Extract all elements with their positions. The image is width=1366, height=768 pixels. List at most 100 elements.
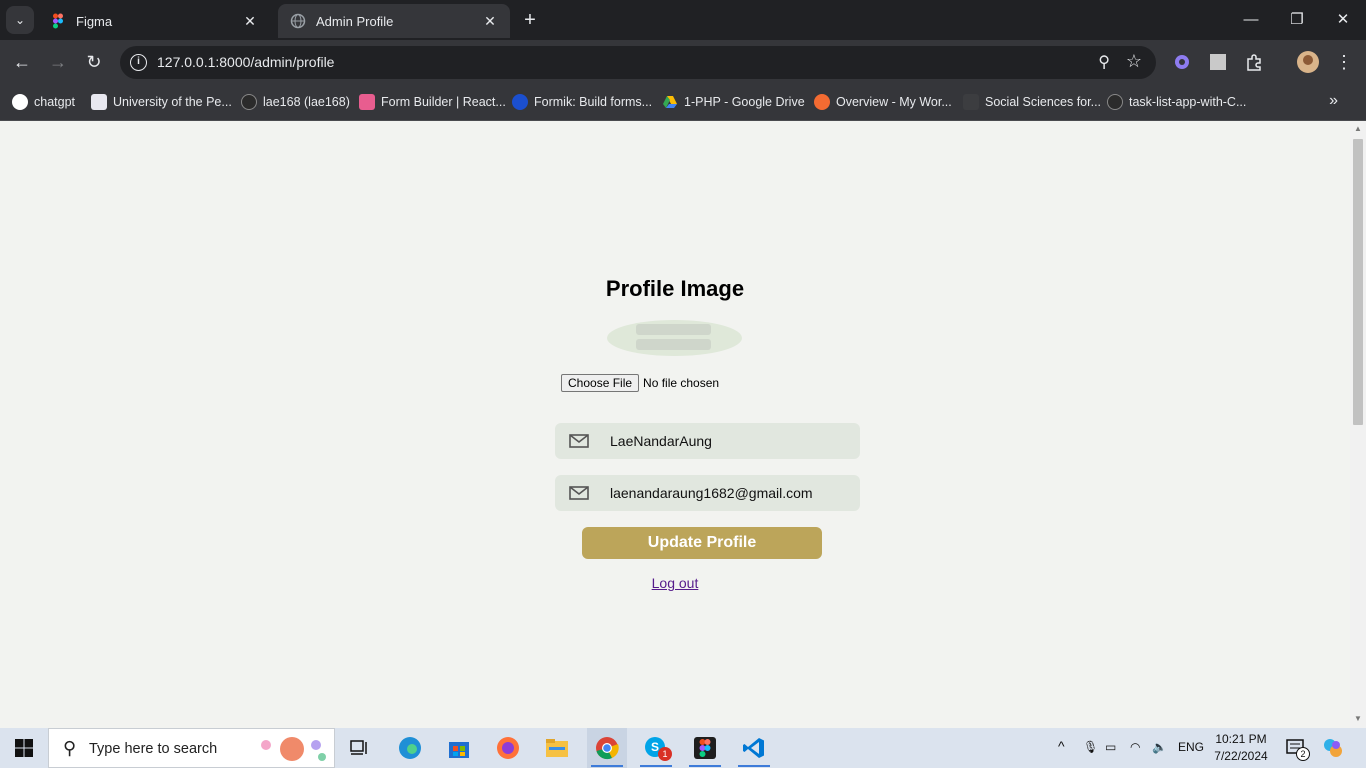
update-profile-button[interactable]: Update Profile: [582, 527, 822, 559]
name-field[interactable]: LaeNandarAung: [555, 423, 860, 459]
extensions-puzzle-icon[interactable]: [1244, 52, 1264, 72]
bookmark-item[interactable]: Form Builder | React...: [359, 92, 506, 112]
microsoft-store-icon[interactable]: [439, 728, 479, 768]
figma-icon: [53, 13, 63, 29]
vscode-icon[interactable]: [734, 728, 774, 768]
active-app-indicator: [591, 765, 623, 767]
close-window-button[interactable]: ✕: [1331, 8, 1355, 32]
google-drive-icon: [663, 96, 677, 108]
extension-square-icon[interactable]: [1208, 52, 1228, 72]
bookmark-item[interactable]: Social Sciences for...: [963, 92, 1101, 112]
file-explorer-icon[interactable]: [537, 728, 577, 768]
overview-icon: [814, 94, 830, 110]
scroll-up-arrow-icon[interactable]: ▲: [1353, 124, 1363, 133]
notification-center-icon[interactable]: 2: [1276, 728, 1316, 768]
form-builder-icon: [359, 94, 375, 110]
github-icon: [241, 94, 257, 110]
bookmark-item[interactable]: Formik: Build forms...: [512, 92, 652, 112]
windows-start-icon[interactable]: [15, 739, 33, 757]
page-title: Profile Image: [605, 276, 745, 301]
language-indicator[interactable]: ENG: [1178, 740, 1204, 754]
bookmark-label: Form Builder | React...: [381, 95, 506, 109]
bookmark-item[interactable]: chatgpt: [12, 92, 75, 112]
task-view-icon[interactable]: [340, 728, 380, 768]
scroll-down-arrow-icon[interactable]: ▼: [1353, 714, 1363, 723]
forward-button[interactable]: →: [46, 50, 70, 74]
extension-gear-icon[interactable]: [1172, 52, 1192, 72]
taskbar-search-box[interactable]: ⚲ Type here to search: [48, 728, 335, 768]
search-highlight-art-icon: [261, 737, 326, 761]
tab-title: Admin Profile: [316, 13, 394, 29]
bookmark-label: 1-PHP - Google Drive: [684, 95, 805, 109]
bookmarks-bar: chatgpt University of the Pe... lae168 (…: [0, 84, 1366, 121]
reload-button[interactable]: ↻: [82, 50, 106, 74]
tab-search-button[interactable]: ⌄: [6, 6, 34, 34]
address-bar[interactable]: i 127.0.0.1:8000/admin/profile ⚲ ☆: [120, 46, 1156, 79]
edge-icon[interactable]: [390, 728, 430, 768]
close-tab-icon[interactable]: ✕: [482, 13, 498, 30]
bookmark-star-icon[interactable]: ☆: [1126, 51, 1142, 72]
chrome-icon[interactable]: [587, 728, 627, 768]
restore-button[interactable]: ❐: [1285, 8, 1309, 32]
bookmark-label: chatgpt: [34, 95, 76, 109]
logout-link[interactable]: Log out: [0, 575, 1350, 591]
clock[interactable]: 10:21 PM 7/22/2024: [1210, 731, 1272, 765]
battery-icon[interactable]: ▭: [1105, 740, 1116, 754]
bookmark-label: University of the Pe...: [113, 95, 232, 109]
more-bookmarks-chevron-icon[interactable]: »: [1329, 92, 1338, 110]
page-content: Profile Image Choose File No file chosen…: [0, 121, 1350, 728]
copilot-icon[interactable]: [1313, 728, 1353, 768]
search-placeholder[interactable]: Type here to search: [89, 741, 217, 757]
tab-admin-profile[interactable]: Admin Profile ✕: [278, 4, 510, 38]
preview-field: [636, 339, 711, 350]
bookmark-label: Formik: Build forms...: [534, 95, 653, 109]
globe-icon: [290, 13, 306, 29]
logout-link-text[interactable]: Log out: [652, 575, 699, 591]
wifi-icon[interactable]: ◠: [1130, 740, 1140, 754]
bookmark-label: lae168 (lae168): [263, 95, 350, 109]
choose-file-button[interactable]: Choose File: [561, 374, 640, 392]
skype-icon[interactable]: S 1: [636, 728, 676, 768]
close-tab-icon[interactable]: ✕: [242, 13, 258, 30]
volume-icon[interactable]: 🔈: [1152, 740, 1167, 754]
preview-field: [636, 324, 711, 335]
new-tab-button[interactable]: +: [518, 8, 542, 32]
clock-date: 7/22/2024: [1214, 749, 1268, 763]
site-info-icon[interactable]: i: [130, 54, 147, 71]
bookmark-item[interactable]: University of the Pe...: [91, 92, 232, 112]
microphone-icon[interactable]: 🎙: [1083, 740, 1098, 754]
minimize-button[interactable]: —: [1239, 8, 1263, 32]
email-value[interactable]: laenandaraung1682@gmail.com: [610, 485, 813, 501]
back-button[interactable]: ←: [10, 50, 34, 74]
bookmark-item[interactable]: 1-PHP - Google Drive: [662, 92, 805, 112]
mail-icon: [569, 486, 589, 500]
scroll-thumb[interactable]: [1353, 139, 1363, 425]
figma-app-icon[interactable]: [685, 728, 725, 768]
file-input[interactable]: Choose File No file chosen: [561, 374, 719, 392]
file-status: No file chosen: [643, 376, 720, 390]
browser-tab-strip: ⌄ Figma ✕ Admin Profile ✕ + — ❐ ✕: [0, 0, 1366, 40]
windows-taskbar: ⚲ Type here to search S 1 ^ 🎙 ▭ ◠ 🔈 ENG …: [0, 728, 1366, 768]
page-scrollbar[interactable]: ▲ ▼: [1350, 121, 1366, 728]
zoom-icon[interactable]: ⚲: [1098, 52, 1110, 72]
profile-avatar[interactable]: [1297, 51, 1319, 73]
email-field[interactable]: laenandaraung1682@gmail.com: [555, 475, 860, 511]
bookmark-item[interactable]: lae168 (lae168): [241, 92, 350, 112]
notification-count-badge: 2: [1296, 747, 1310, 761]
bookmark-label: Social Sciences for...: [985, 95, 1102, 109]
tab-figma[interactable]: Figma ✕: [38, 4, 270, 38]
bookmark-item[interactable]: task-list-app-with-C...: [1107, 92, 1246, 112]
skype-badge: 1: [658, 747, 672, 761]
mail-icon: [569, 434, 589, 448]
browser-menu-icon[interactable]: ⋮: [1332, 50, 1356, 74]
firefox-icon[interactable]: [488, 728, 528, 768]
bookmark-item[interactable]: Overview - My Wor...: [814, 92, 952, 112]
university-icon: [91, 94, 107, 110]
name-value[interactable]: LaeNandarAung: [610, 433, 712, 449]
search-icon: ⚲: [63, 738, 77, 758]
active-app-indicator: [640, 765, 672, 767]
show-hidden-icons-chevron-icon[interactable]: ^: [1058, 738, 1065, 754]
github-icon: [1107, 94, 1123, 110]
url-text[interactable]: 127.0.0.1:8000/admin/profile: [157, 54, 334, 70]
formik-icon: [512, 94, 528, 110]
